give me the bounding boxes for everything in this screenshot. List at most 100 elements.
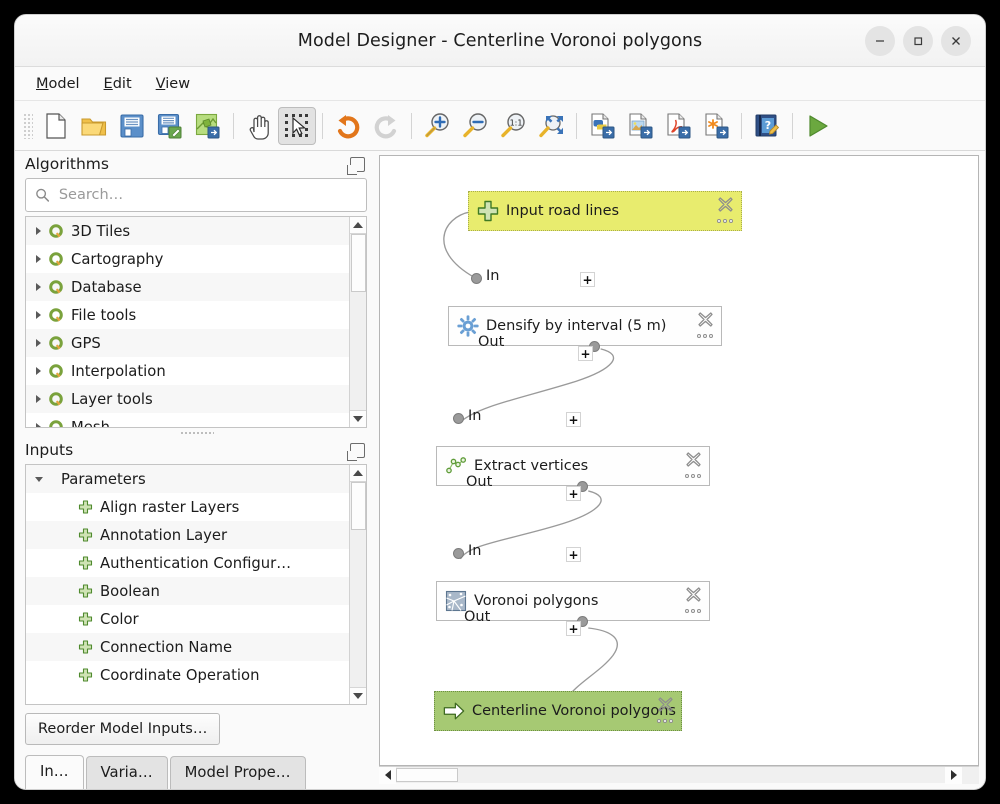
canvas-hscroll-track[interactable] bbox=[396, 767, 945, 784]
input-parameter-row[interactable]: Annotation Layer bbox=[26, 521, 349, 549]
close-button[interactable] bbox=[941, 25, 971, 56]
algorithm-group-row[interactable]: File tools bbox=[26, 301, 349, 329]
inputs-scroll-thumb[interactable] bbox=[350, 482, 366, 530]
algorithm-group-row[interactable]: 3D Tiles bbox=[26, 217, 349, 245]
expand-chevron-icon[interactable] bbox=[36, 227, 41, 235]
node-menu-icon[interactable] bbox=[685, 608, 701, 614]
zoom-in-button[interactable] bbox=[418, 107, 456, 145]
expand-port-button-out-densify-by-interval[interactable]: + bbox=[578, 346, 593, 361]
save-model-button[interactable] bbox=[113, 107, 151, 145]
minimize-button[interactable] bbox=[865, 25, 895, 56]
inputs-group-row[interactable]: Parameters bbox=[26, 465, 349, 493]
algorithm-group-row[interactable]: Interpolation bbox=[26, 357, 349, 385]
expand-port-button-in-voronoi-polygons[interactable]: + bbox=[566, 547, 581, 562]
undock-inputs-icon[interactable] bbox=[347, 442, 365, 461]
inputs-scrollbar[interactable] bbox=[349, 465, 366, 704]
tab-variables[interactable]: Varia… bbox=[85, 756, 168, 789]
collapse-chevron-icon[interactable] bbox=[35, 476, 43, 482]
node-menu-icon[interactable] bbox=[685, 473, 701, 479]
input-parameter-row[interactable]: Coordinate Operation bbox=[26, 661, 349, 689]
export-pdf-button[interactable] bbox=[659, 107, 697, 145]
model-canvas[interactable]: Input road lines Densify by interval (5 … bbox=[380, 156, 978, 765]
input-parameter-row[interactable]: Align raster Layers bbox=[26, 493, 349, 521]
pan-tool-button[interactable] bbox=[240, 107, 278, 145]
model-node-centerline-voronoi-polygons[interactable]: Centerline Voronoi polygons bbox=[434, 691, 682, 731]
algorithm-group-row[interactable]: GPS bbox=[26, 329, 349, 357]
node-menu-icon[interactable] bbox=[697, 333, 713, 339]
expand-chevron-icon[interactable] bbox=[36, 255, 41, 263]
new-model-button[interactable] bbox=[37, 107, 75, 145]
inputs-scroll-down-button[interactable] bbox=[349, 687, 366, 704]
reorder-model-inputs-button[interactable]: Reorder Model Inputs… bbox=[25, 713, 221, 745]
expand-port-button-in-densify-by-interval[interactable]: + bbox=[580, 272, 595, 287]
delete-node-icon[interactable] bbox=[718, 197, 733, 212]
canvas-scroll-right-button[interactable] bbox=[945, 766, 962, 784]
algorithms-scroll-track[interactable] bbox=[350, 234, 367, 410]
delete-node-icon[interactable] bbox=[686, 452, 701, 467]
panel-splitter[interactable] bbox=[19, 428, 375, 437]
delete-node-icon[interactable] bbox=[698, 312, 713, 327]
open-model-button[interactable] bbox=[75, 107, 113, 145]
menu-view[interactable]: View bbox=[155, 74, 191, 94]
expand-port-button-out-extract-vertices[interactable]: + bbox=[566, 486, 581, 501]
input-parameter-row[interactable]: Color bbox=[26, 605, 349, 633]
node-menu-icon[interactable] bbox=[717, 218, 733, 224]
save-in-project-button[interactable] bbox=[189, 107, 227, 145]
menu-model[interactable]: Model bbox=[35, 74, 81, 94]
canvas-horizontal-scrollbar[interactable] bbox=[379, 766, 979, 784]
expand-port-button-in-extract-vertices[interactable]: + bbox=[566, 412, 581, 427]
expand-chevron-icon[interactable] bbox=[36, 423, 41, 427]
canvas-scroll-left-button[interactable] bbox=[379, 766, 396, 784]
select-tool-button[interactable] bbox=[278, 106, 316, 145]
zoom-actual-button[interactable]: 1:1 bbox=[494, 107, 532, 145]
algorithms-list[interactable]: 3D Tiles Cartography Database File tools… bbox=[26, 217, 349, 427]
input-parameter-row[interactable]: Connection Name bbox=[26, 633, 349, 661]
inputs-scroll-track[interactable] bbox=[350, 482, 367, 687]
delete-node-icon[interactable] bbox=[658, 697, 673, 712]
undock-algorithms-icon[interactable] bbox=[347, 156, 365, 175]
algorithms-scroll-down-button[interactable] bbox=[349, 410, 366, 427]
algorithm-group-row[interactable]: Layer tools bbox=[26, 385, 349, 413]
input-parameter-row[interactable]: Authentication Configur… bbox=[26, 549, 349, 577]
undo-button[interactable] bbox=[329, 107, 367, 145]
algorithm-group-row[interactable]: Database bbox=[26, 273, 349, 301]
maximize-button[interactable] bbox=[903, 25, 933, 56]
algorithm-group-row[interactable]: Mesh bbox=[26, 413, 349, 427]
inputs-scroll-up-button[interactable] bbox=[349, 465, 366, 482]
expand-chevron-icon[interactable] bbox=[36, 395, 41, 403]
expand-chevron-icon[interactable] bbox=[36, 311, 41, 319]
expand-chevron-icon[interactable] bbox=[36, 367, 41, 375]
port-dot-in-extract-vertices[interactable] bbox=[453, 413, 464, 424]
zoom-out-button[interactable] bbox=[456, 107, 494, 145]
delete-node-icon[interactable] bbox=[686, 587, 701, 602]
toolbar-grip[interactable] bbox=[23, 112, 33, 139]
algorithm-group-row[interactable]: Cartography bbox=[26, 245, 349, 273]
canvas-hscroll-thumb[interactable] bbox=[396, 767, 458, 782]
algorithms-scroll-up-button[interactable] bbox=[349, 217, 366, 234]
export-python-button[interactable] bbox=[583, 107, 621, 145]
node-menu-icon[interactable] bbox=[657, 718, 673, 724]
expand-port-button-out-voronoi-polygons[interactable]: + bbox=[566, 621, 581, 636]
menu-edit[interactable]: Edit bbox=[103, 74, 133, 94]
input-parameter-row[interactable]: Boolean bbox=[26, 577, 349, 605]
port-dot-in-voronoi-polygons[interactable] bbox=[453, 548, 464, 559]
algorithm-search-box[interactable] bbox=[25, 178, 367, 212]
inputs-tree[interactable]: Parameters Align raster Layers Annotatio… bbox=[25, 464, 367, 705]
port-dot-in-densify-by-interval[interactable] bbox=[471, 273, 482, 284]
expand-chevron-icon[interactable] bbox=[36, 339, 41, 347]
tab-model-properties[interactable]: Model Prope… bbox=[169, 756, 306, 789]
edit-help-button[interactable]: ? bbox=[748, 107, 786, 145]
algorithms-scrollbar[interactable] bbox=[349, 217, 366, 427]
tab-inputs[interactable]: In… bbox=[25, 755, 84, 789]
run-model-button[interactable] bbox=[799, 107, 837, 145]
redo-button[interactable] bbox=[367, 107, 405, 145]
model-node-input-road-lines[interactable]: Input road lines bbox=[468, 191, 742, 231]
algorithms-tree[interactable]: 3D Tiles Cartography Database File tools… bbox=[25, 216, 367, 428]
inputs-list[interactable]: Parameters Align raster Layers Annotatio… bbox=[26, 465, 349, 704]
search-input[interactable] bbox=[58, 187, 357, 203]
save-model-as-button[interactable] bbox=[151, 107, 189, 145]
zoom-full-button[interactable] bbox=[532, 107, 570, 145]
export-image-button[interactable] bbox=[621, 107, 659, 145]
expand-chevron-icon[interactable] bbox=[36, 283, 41, 291]
algorithms-scroll-thumb[interactable] bbox=[350, 234, 366, 292]
